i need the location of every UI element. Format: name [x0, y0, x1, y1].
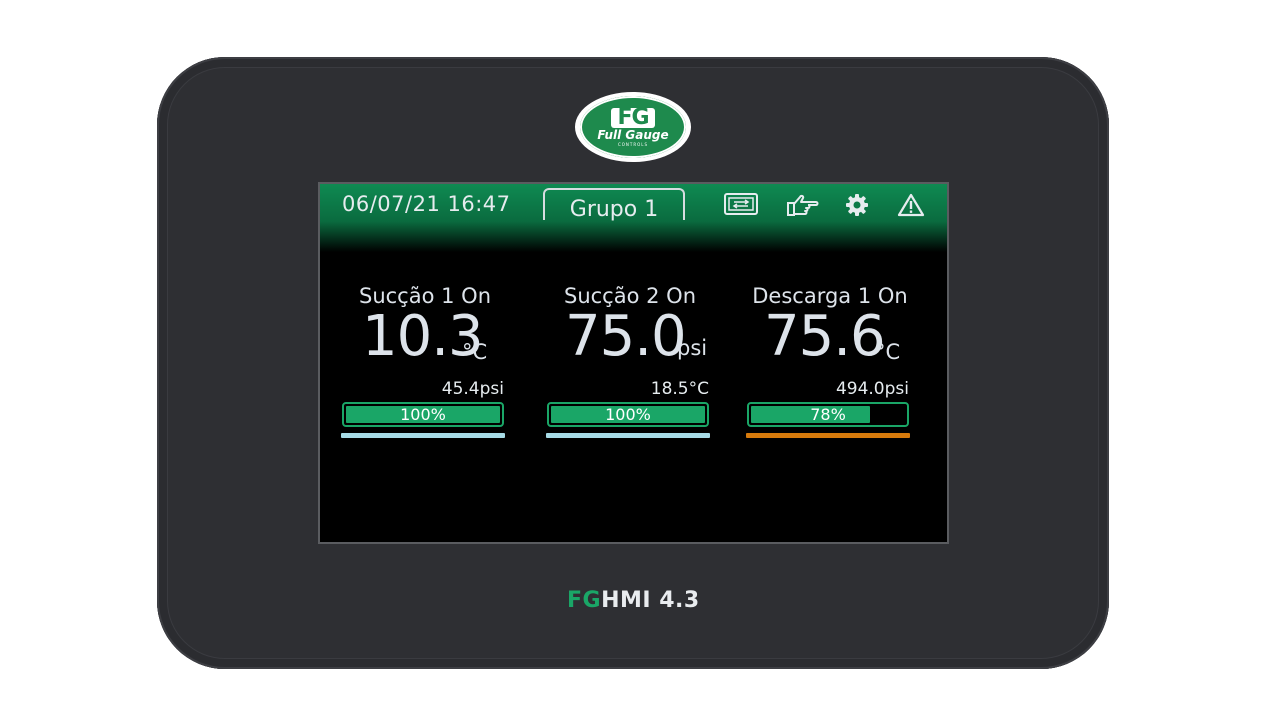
logo-text: Full Gauge — [597, 127, 669, 142]
panel-succao-2[interactable]: Sucção 2 On 75.0 psi 18.5°C 100% — [545, 284, 715, 438]
status-underline — [746, 433, 910, 438]
logo-mark: FG — [611, 106, 655, 128]
panel-succao-1[interactable]: Sucção 1 On 10.3 °C 45.4psi 100% — [340, 284, 510, 438]
warning-icon[interactable] — [893, 190, 929, 220]
top-bar: 06/07/21 16:47 Grupo 1 — [320, 184, 947, 252]
capacity-bar-label: 100% — [400, 405, 446, 424]
gear-icon[interactable] — [839, 190, 875, 220]
model-prefix: FG — [567, 588, 602, 613]
panel-main-reading: 10.3 °C — [340, 306, 510, 370]
model-suffix: HMI 4.3 — [601, 588, 700, 613]
capacity-bar-label: 100% — [605, 405, 651, 424]
model-name: FGHMI 4.3 — [567, 588, 700, 613]
panel-descarga-1[interactable]: Descarga 1 On 75.6 °C 494.0psi 78% — [745, 284, 915, 438]
tab-group-1[interactable]: Grupo 1 — [543, 188, 685, 222]
logo-oval: FG Full Gauge CONTROLS — [580, 96, 686, 158]
capacity-bar: 100% — [547, 402, 709, 427]
panel-value: 75.6 — [764, 304, 886, 369]
panel-secondary-reading: 45.4psi — [441, 379, 504, 399]
capacity-bar: 78% — [747, 402, 909, 427]
panel-unit: °C — [875, 340, 901, 364]
capacity-bar-label: 78% — [810, 405, 846, 424]
panel-main-reading: 75.0 psi — [545, 306, 715, 370]
status-underline — [341, 433, 505, 438]
panel-value: 75.0 — [565, 304, 687, 369]
panel-secondary-reading: 18.5°C — [650, 379, 709, 399]
panel-main-reading: 75.6 °C — [745, 306, 915, 370]
touch-hand-icon[interactable] — [784, 190, 820, 220]
screen-switch-icon[interactable] — [723, 190, 759, 220]
hmi-screen: 06/07/21 16:47 Grupo 1 Sucção 1 On 10.3 … — [320, 184, 947, 542]
panel-unit: °C — [462, 340, 488, 364]
logo-subtext: CONTROLS — [617, 141, 649, 147]
status-underline — [546, 433, 710, 438]
panel-unit: psi — [677, 336, 708, 360]
capacity-bar: 100% — [342, 402, 504, 427]
panel-secondary-reading: 494.0psi — [835, 379, 909, 399]
full-gauge-logo: FG Full Gauge CONTROLS — [575, 92, 691, 162]
date-time: 06/07/21 16:47 — [342, 192, 511, 216]
